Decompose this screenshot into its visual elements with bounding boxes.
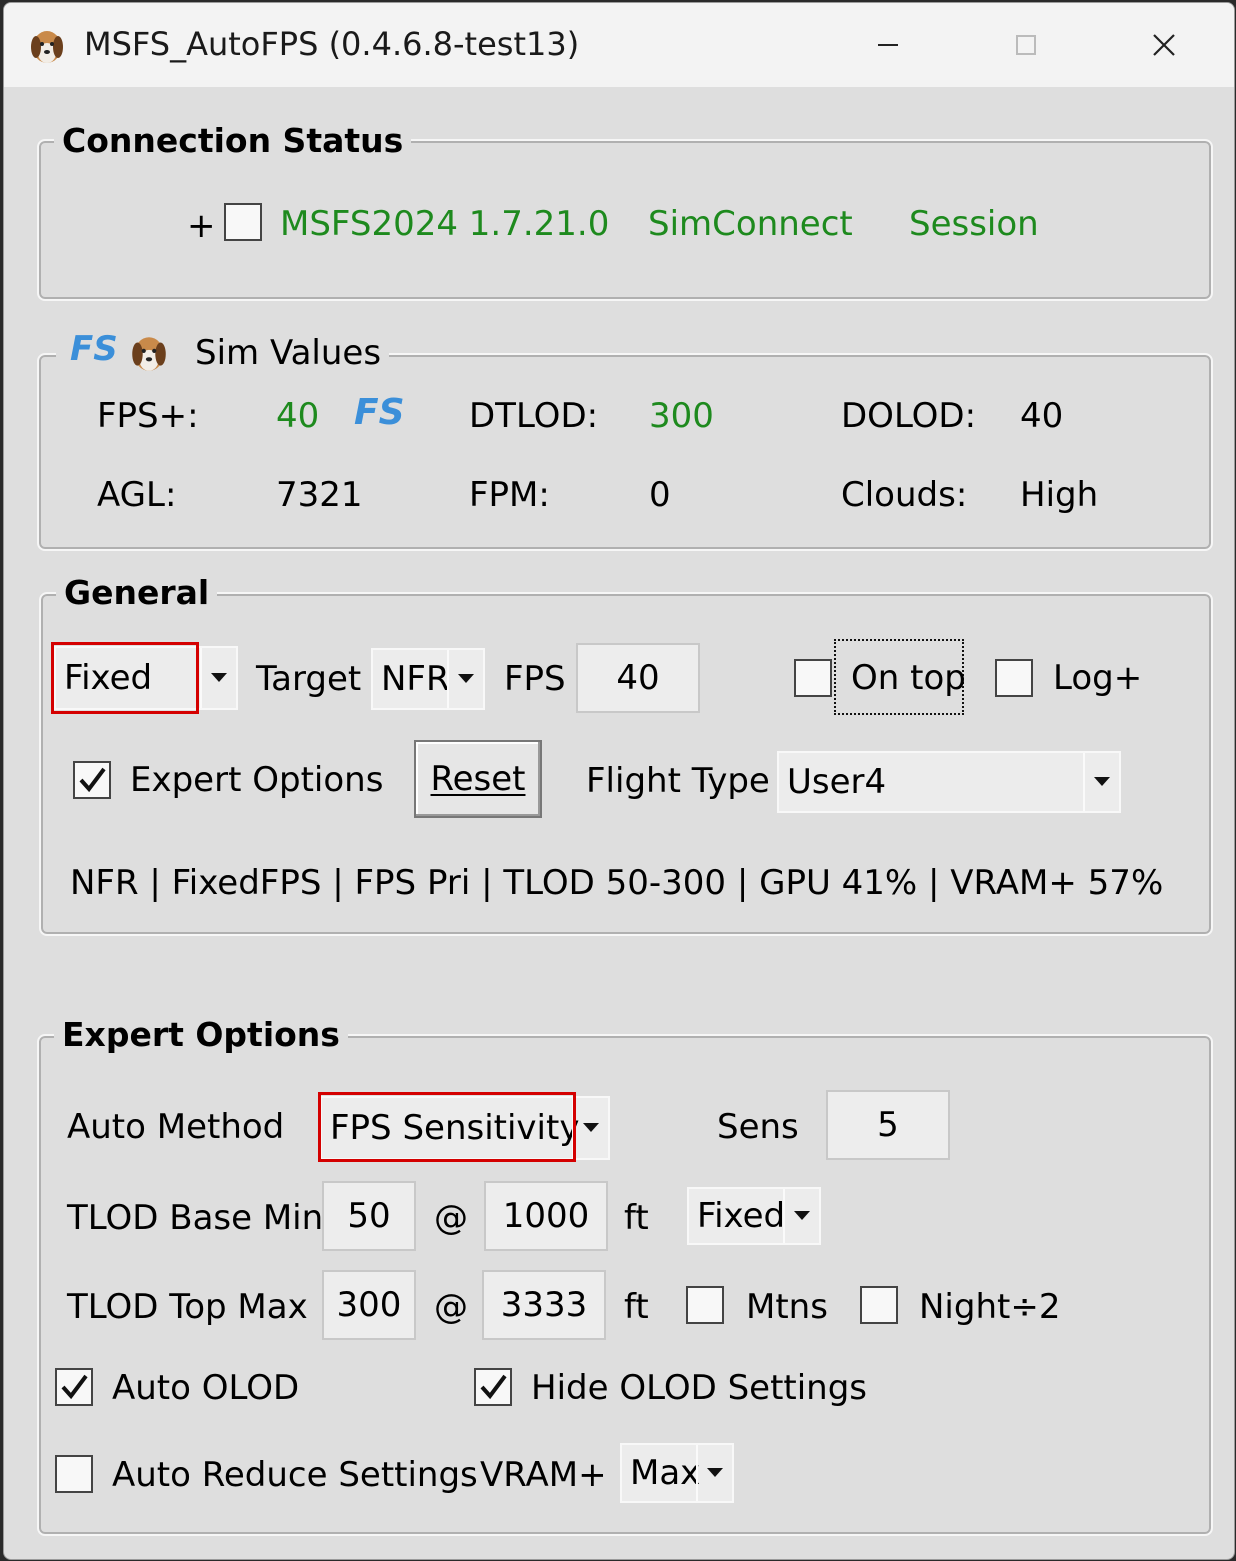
expert-options-checkbox[interactable] (73, 761, 111, 799)
chevron-down-icon (572, 1098, 608, 1158)
sens-label: Sens (717, 1107, 799, 1147)
flight-type-dropdown[interactable]: User4 (777, 751, 1121, 813)
on-top-label[interactable]: On top (851, 658, 966, 698)
tlod-base-min-label: TLOD Base Min (67, 1198, 324, 1238)
at-label: @ (434, 1198, 468, 1238)
auto-reduce-checkbox[interactable] (55, 1455, 93, 1493)
ft-label: ft (624, 1198, 649, 1238)
sens-input[interactable]: 5 (826, 1090, 950, 1160)
auto-method-highlight (318, 1092, 576, 1162)
tlod-top-max-label: TLOD Top Max (67, 1287, 308, 1327)
vram-label: VRAM+ (480, 1455, 607, 1495)
fps-label: FPS (504, 659, 566, 699)
dog-avatar-icon (131, 337, 166, 371)
checkmark-icon (480, 1374, 507, 1400)
minimize-icon (878, 44, 898, 46)
app-window: MSFS_AutoFPS (0.4.6.8-test13) Connection… (3, 2, 1235, 1560)
sim-values-title: Sim Values (195, 333, 382, 373)
window-title: MSFS_AutoFPS (0.4.6.8-test13) (84, 25, 580, 63)
sim-values-group (37, 353, 1213, 551)
chevron-down-icon (696, 1445, 732, 1501)
general-title: General (56, 573, 218, 612)
night-label[interactable]: Night÷2 (919, 1287, 1060, 1327)
checkmark-icon (79, 767, 106, 793)
fpm-label: FPM: (469, 475, 550, 515)
fps-plus-label: FPS+: (97, 396, 199, 436)
dolod-value: 40 (1020, 396, 1064, 436)
on-top-checkbox[interactable] (794, 659, 832, 697)
connection-checkbox[interactable] (224, 203, 262, 241)
log-plus-checkbox[interactable] (995, 659, 1033, 697)
mtns-label[interactable]: Mtns (746, 1287, 828, 1327)
summary-text: NFR | FixedFPS | FPS Pri | TLOD 50-300 |… (70, 863, 1164, 903)
plus-label: + (187, 206, 216, 246)
chevron-down-icon (1083, 753, 1119, 811)
maximize-button[interactable] (996, 17, 1056, 73)
dtlod-value: 300 (649, 396, 714, 436)
fps-input[interactable]: 40 (576, 643, 700, 713)
dolod-label: DOLOD: (841, 396, 977, 436)
tlod-top-alt-input[interactable]: 3333 (482, 1270, 606, 1340)
fs-logo-icon: FS (70, 329, 118, 369)
flight-type-label: Flight Type (586, 761, 770, 801)
clouds-value: High (1020, 475, 1099, 515)
tlod-base-alt-input[interactable]: 1000 (484, 1181, 608, 1251)
dtlod-label: DTLOD: (469, 396, 599, 436)
ft-label: ft (624, 1287, 649, 1327)
dog-avatar-icon (31, 31, 63, 63)
connection-status-title: Connection Status (54, 121, 412, 160)
mtns-checkbox[interactable] (686, 1286, 724, 1324)
auto-olod-checkbox[interactable] (55, 1368, 93, 1406)
night-checkbox[interactable] (860, 1286, 898, 1324)
simconnect-status: SimConnect (648, 204, 853, 244)
sim-values-header: FS Sim Values (56, 329, 390, 377)
target-label: Target (256, 659, 362, 699)
fps-plus-value: 40 (276, 396, 320, 436)
hide-olod-label[interactable]: Hide OLOD Settings (531, 1368, 867, 1408)
expert-options-title: Expert Options (54, 1015, 348, 1054)
chevron-down-icon (783, 1189, 819, 1243)
auto-olod-label[interactable]: Auto OLOD (112, 1368, 299, 1408)
auto-reduce-label[interactable]: Auto Reduce Settings (112, 1455, 478, 1495)
expert-options-label[interactable]: Expert Options (130, 760, 383, 800)
title-bar[interactable]: MSFS_AutoFPS (0.4.6.8-test13) (4, 3, 1234, 87)
minimize-button[interactable] (858, 17, 918, 73)
checkmark-icon (61, 1374, 88, 1400)
base-mode-dropdown[interactable]: Fixed (687, 1187, 821, 1245)
reset-button-label: Reset (430, 759, 526, 799)
agl-value: 7321 (276, 475, 363, 515)
close-button[interactable] (1134, 17, 1194, 73)
close-icon (1153, 34, 1175, 56)
clouds-label: Clouds: (841, 475, 968, 515)
target-value: NFR (381, 659, 450, 699)
vram-dropdown[interactable]: Max (620, 1443, 734, 1503)
fpm-value: 0 (649, 475, 671, 515)
target-dropdown[interactable]: NFR (371, 648, 485, 710)
reset-button[interactable]: Reset (414, 740, 542, 818)
log-plus-label[interactable]: Log+ (1053, 658, 1142, 698)
hide-olod-checkbox[interactable] (474, 1368, 512, 1406)
chevron-down-icon (200, 648, 236, 708)
mode-highlight (51, 642, 199, 714)
auto-method-label: Auto Method (67, 1107, 285, 1147)
sim-version-status: MSFS2024 1.7.21.0 (280, 204, 610, 244)
fs-logo-icon: FS (354, 392, 405, 433)
tlod-top-max-input[interactable]: 300 (322, 1270, 416, 1340)
flight-type-value: User4 (787, 762, 887, 802)
agl-label: AGL: (97, 475, 177, 515)
session-status: Session (909, 204, 1039, 244)
base-mode-value: Fixed (697, 1196, 786, 1236)
tlod-base-min-input[interactable]: 50 (322, 1181, 416, 1251)
vram-value: Max (630, 1453, 701, 1493)
at-label: @ (434, 1287, 468, 1327)
maximize-icon (1016, 35, 1036, 55)
chevron-down-icon (447, 650, 483, 708)
